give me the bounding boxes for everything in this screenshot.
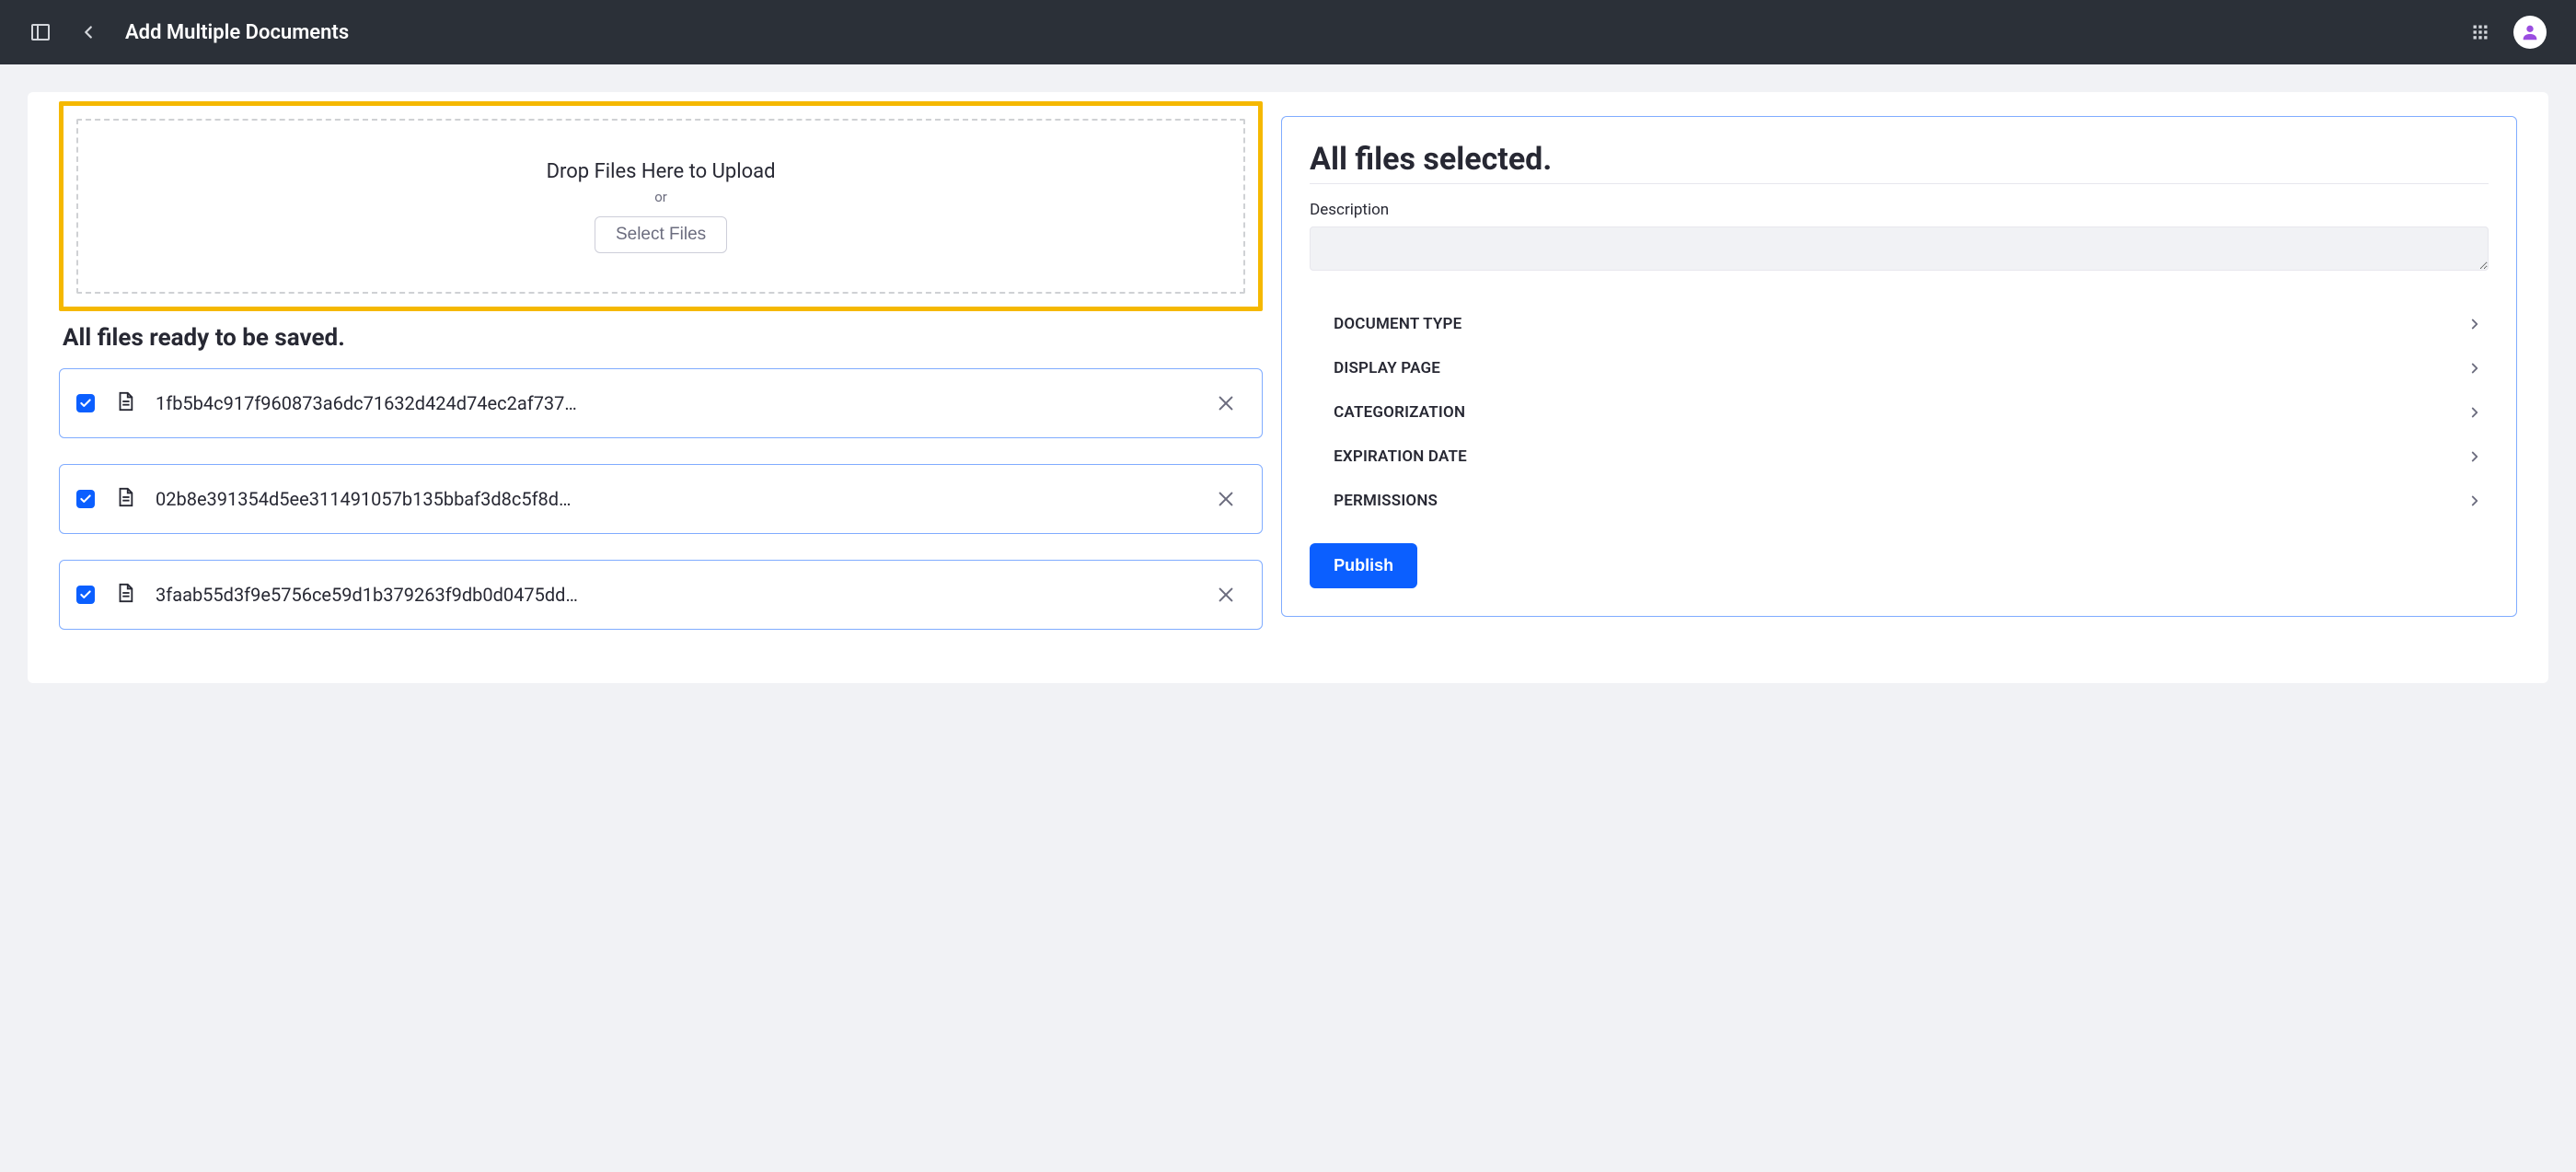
remove-file-icon[interactable] (1216, 489, 1236, 509)
document-icon (115, 391, 135, 415)
chevron-right-icon (2466, 493, 2483, 509)
file-name: 02b8e391354d5ee311491057b135bbaf3d8c5f8d… (156, 488, 579, 510)
file-row-left: 3faab55d3f9e5756ce59d1b379263f9db0d0475d… (76, 583, 579, 607)
dropzone-title: Drop Files Here to Upload (547, 160, 776, 183)
file-list: 1fb5b4c917f960873a6dc71632d424d74ec2af73… (59, 368, 1263, 630)
file-name: 3faab55d3f9e5756ce59d1b379263f9db0d0475d… (156, 584, 579, 606)
page-title: Add Multiple Documents (125, 21, 349, 44)
accordion-item[interactable]: DOCUMENT TYPE (1334, 302, 2489, 346)
file-row-left: 1fb5b4c917f960873a6dc71632d424d74ec2af73… (76, 391, 579, 415)
upload-highlight-frame: Drop Files Here to Upload or Select File… (59, 101, 1263, 311)
accordion-label: DISPLAY PAGE (1334, 359, 1440, 377)
file-dropzone[interactable]: Drop Files Here to Upload or Select File… (76, 119, 1245, 294)
header-left: Add Multiple Documents (29, 21, 349, 44)
remove-file-icon[interactable] (1216, 393, 1236, 413)
right-column: All files selected. Description DOCUMENT… (1281, 101, 2548, 656)
accordion-item[interactable]: EXPIRATION DATE (1334, 435, 2489, 479)
document-icon (115, 487, 135, 511)
remove-file-icon[interactable] (1216, 585, 1236, 605)
chevron-right-icon (2466, 448, 2483, 465)
file-row[interactable]: 02b8e391354d5ee311491057b135bbaf3d8c5f8d… (59, 464, 1263, 534)
files-ready-heading: All files ready to be saved. (63, 324, 1263, 352)
publish-button[interactable]: Publish (1310, 543, 1417, 588)
select-files-button[interactable]: Select Files (595, 216, 727, 253)
properties-panel: All files selected. Description DOCUMENT… (1281, 116, 2517, 617)
app-header: Add Multiple Documents (0, 0, 2576, 64)
accordion-item[interactable]: DISPLAY PAGE (1334, 346, 2489, 390)
file-row[interactable]: 1fb5b4c917f960873a6dc71632d424d74ec2af73… (59, 368, 1263, 438)
accordion-label: CATEGORIZATION (1334, 403, 1465, 422)
file-name: 1fb5b4c917f960873a6dc71632d424d74ec2af73… (156, 392, 579, 414)
accordion-item[interactable]: PERMISSIONS (1334, 479, 2489, 523)
file-checkbox[interactable] (76, 394, 95, 412)
accordion-label: EXPIRATION DATE (1334, 447, 1467, 466)
accordion-label: PERMISSIONS (1334, 492, 1438, 510)
user-avatar[interactable] (2513, 16, 2547, 49)
file-checkbox[interactable] (76, 586, 95, 604)
chevron-right-icon (2466, 316, 2483, 332)
dropzone-or: or (654, 189, 667, 205)
accordion-list: DOCUMENT TYPE DISPLAY PAGE CATEGORIZATIO… (1310, 302, 2489, 523)
file-checkbox[interactable] (76, 490, 95, 508)
panel-toggle-icon[interactable] (29, 21, 52, 43)
apps-grid-icon[interactable] (2469, 21, 2491, 43)
description-input[interactable] (1310, 226, 2489, 271)
accordion-item[interactable]: CATEGORIZATION (1334, 390, 2489, 435)
file-row[interactable]: 3faab55d3f9e5756ce59d1b379263f9db0d0475d… (59, 560, 1263, 630)
file-row-left: 02b8e391354d5ee311491057b135bbaf3d8c5f8d… (76, 487, 579, 511)
description-label: Description (1310, 201, 2489, 219)
chevron-right-icon (2466, 360, 2483, 377)
accordion-label: DOCUMENT TYPE (1334, 315, 1461, 333)
left-column: Drop Files Here to Upload or Select File… (28, 101, 1263, 656)
document-icon (115, 583, 135, 607)
header-right (2469, 16, 2547, 49)
main-card: Drop Files Here to Upload or Select File… (28, 92, 2548, 683)
chevron-right-icon (2466, 404, 2483, 421)
panel-title: All files selected. (1310, 141, 2489, 184)
content-area: Drop Files Here to Upload or Select File… (0, 64, 2576, 711)
back-icon[interactable] (77, 21, 99, 43)
